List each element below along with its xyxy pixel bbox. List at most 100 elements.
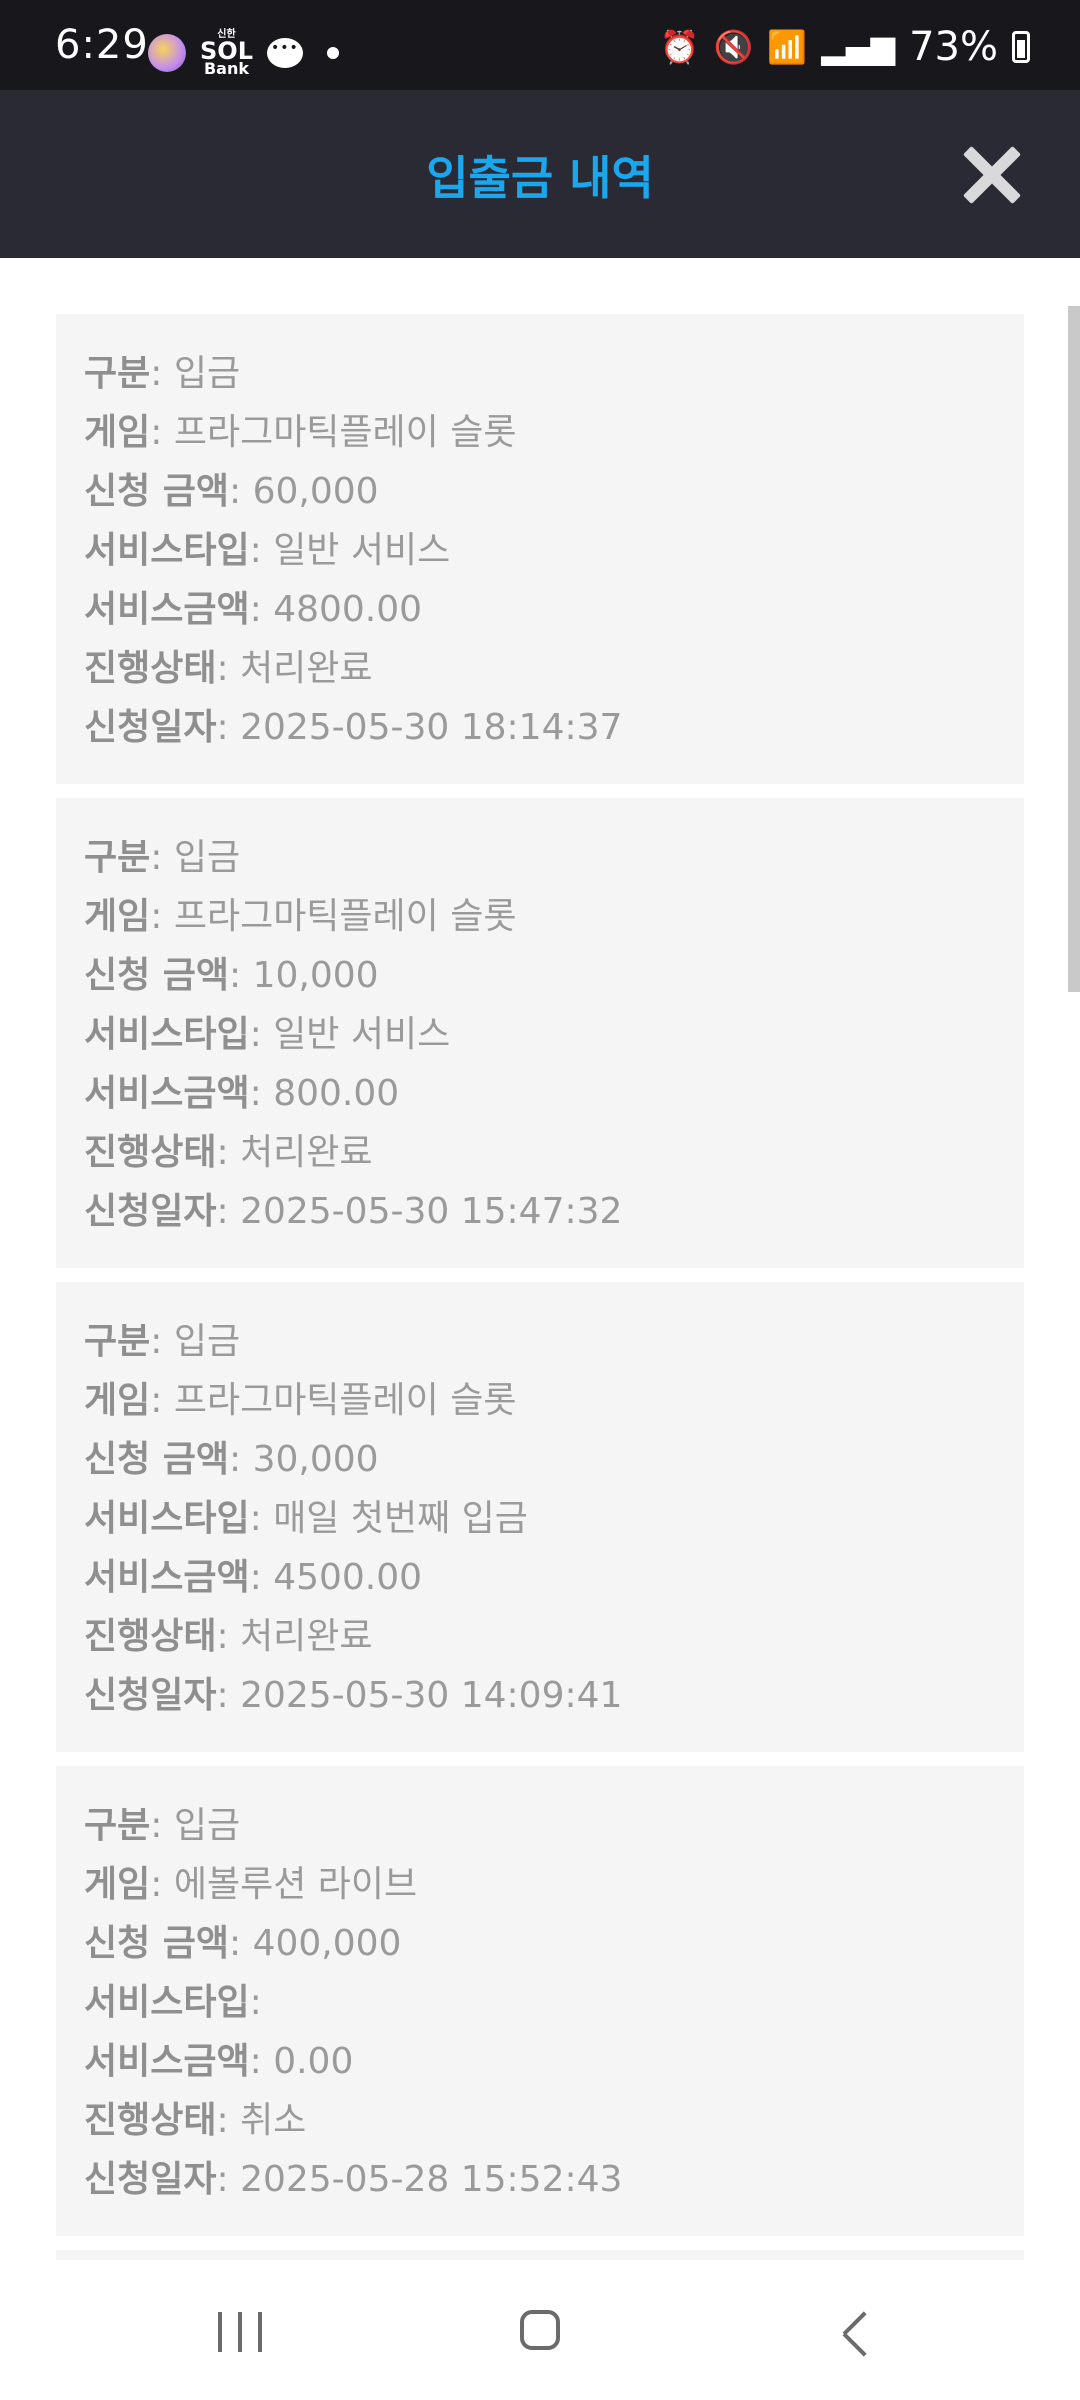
field-separator: : [249, 1073, 274, 1114]
scrollbar[interactable] [1068, 306, 1080, 992]
transaction-amount-row: 신청 금액: 30,000 [84, 1430, 996, 1489]
transaction-type-row: 구분: 입금 [84, 344, 996, 403]
transaction-list-container[interactable]: 구분: 입금 게임: 프라그마틱플레이 슬롯 신청 금액: 60,000 서비스타입:… [0, 258, 1080, 2260]
field-label: 구분 [84, 1321, 151, 1362]
status-indicators: ⏰ 🔇 📶 ▂▄▆ 73% [660, 24, 1030, 70]
field-value: 400,000 [252, 1923, 402, 1964]
transaction-service-type-row: 서비스타입: 매일 첫번째 입금 [84, 1489, 996, 1548]
field-separator: : [249, 1982, 262, 2023]
home-icon[interactable] [520, 2310, 560, 2350]
field-label: 진행상태 [84, 1616, 217, 1657]
field-separator: : [229, 955, 253, 996]
mute-icon: 🔇 [713, 28, 754, 66]
transaction-type-row: 구분: 입금 [84, 1796, 996, 1855]
field-label: 진행상태 [84, 2100, 217, 2141]
field-separator: : [150, 837, 174, 878]
field-value: 0.00 [273, 2041, 354, 2082]
transaction-amount-row: 신청 금액: 60,000 [84, 462, 996, 521]
field-value: 60,000 [252, 471, 379, 512]
transaction-card [56, 2250, 1024, 2260]
field-label: 서비스타입 [84, 530, 250, 571]
app-notification-icon [148, 34, 186, 72]
field-label: 게임 [84, 412, 151, 453]
field-value: 입금 [173, 1321, 241, 1362]
field-value: 4500.00 [273, 1557, 423, 1598]
field-separator: : [216, 2100, 241, 2141]
field-value: 프라그마틱플레이 슬롯 [173, 896, 517, 937]
field-separator: : [150, 1864, 174, 1905]
transaction-service-amount-row: 서비스금액: 4500.00 [84, 1548, 996, 1607]
field-label: 신청 금액 [84, 1439, 230, 1480]
field-separator: : [150, 1380, 174, 1421]
field-label: 신청일자 [84, 2159, 217, 2200]
field-separator: : [229, 1923, 253, 1964]
field-separator: : [150, 1321, 174, 1362]
modal-header: 입출금 내역 [0, 90, 1080, 258]
field-label: 구분 [84, 1805, 151, 1846]
field-separator: : [249, 1014, 274, 1055]
back-icon[interactable] [836, 2310, 876, 2354]
field-separator: : [150, 896, 174, 937]
field-value: 프라그마틱플레이 슬롯 [173, 412, 517, 453]
field-value: 처리완료 [240, 1132, 373, 1173]
field-separator: : [216, 1191, 241, 1232]
transaction-service-type-row: 서비스타입: 일반 서비스 [84, 521, 996, 580]
field-value: 10,000 [252, 955, 379, 996]
field-value: 30,000 [252, 1439, 379, 1480]
field-value: 2025-05-30 14:09:41 [240, 1675, 623, 1716]
transaction-card: 구분: 입금 게임: 프라그마틱플레이 슬롯신청 금액: 10,000 서비스타입:… [56, 798, 1024, 1268]
recent-apps-icon[interactable] [218, 2312, 262, 2352]
transaction-date-row: 신청일자: 2025-05-28 15:52:43 [84, 2150, 996, 2209]
transaction-status-row: 진행상태: 처리완료 [84, 639, 996, 698]
close-icon[interactable] [960, 144, 1022, 206]
field-label: 구분 [84, 353, 151, 394]
field-value: 일반 서비스 [273, 530, 451, 571]
field-label: 서비스타입 [84, 1498, 250, 1539]
transaction-type-row: 구분: 입금 [84, 828, 996, 887]
field-label: 신청일자 [84, 1191, 217, 1232]
field-value: 800.00 [273, 1073, 400, 1114]
field-label: 진행상태 [84, 648, 217, 689]
field-separator: : [249, 1557, 274, 1598]
transaction-card: 구분: 입금 게임: 프라그마틱플레이 슬롯 신청 금액: 60,000 서비스타입:… [56, 314, 1024, 784]
transaction-service-type-row: 서비스타입: 일반 서비스 [84, 1005, 996, 1064]
transaction-service-type-row: 서비스타입: [84, 1973, 996, 2032]
notification-icons: 신한 SOL Bank [148, 29, 339, 78]
wifi-icon: 📶 [767, 28, 808, 66]
field-label: 신청 금액 [84, 471, 230, 512]
field-separator: : [216, 2159, 241, 2200]
transaction-service-amount-row: 서비스금액: 800.00 [84, 1064, 996, 1123]
field-separator: : [150, 412, 174, 453]
field-value: 2025-05-30 15:47:32 [240, 1191, 623, 1232]
transaction-card: 구분: 입금 게임: 프라그마틱플레이 슬롯 신청 금액: 30,000 서비스타입:… [56, 1282, 1024, 1752]
transaction-date-row: 신청일자: 2025-05-30 18:14:37 [84, 698, 996, 757]
transaction-game-row: 게임: 에볼루션 라이브 [84, 1855, 996, 1914]
field-separator: : [229, 471, 253, 512]
field-separator: : [150, 353, 174, 394]
field-label: 구분 [84, 837, 151, 878]
alarm-icon: ⏰ [659, 28, 700, 66]
transaction-list: 구분: 입금 게임: 프라그마틱플레이 슬롯 신청 금액: 60,000 서비스타입:… [56, 314, 1024, 2260]
transaction-game-row: 게임: 프라그마틱플레이 슬롯 [84, 403, 996, 462]
transaction-game-row: 게임: 프라그마틱플레이 슬롯 [84, 887, 996, 946]
field-value: 2025-05-30 18:14:37 [240, 707, 623, 748]
field-label: 진행상태 [84, 1132, 217, 1173]
field-value: 처리완료 [240, 648, 373, 689]
transaction-date-row: 신청일자: 2025-05-30 14:09:41 [84, 1666, 996, 1725]
field-label: 서비스금액 [84, 1073, 250, 1114]
field-label: 서비스금액 [84, 1557, 250, 1598]
page-title: 입출금 내역 [426, 151, 654, 205]
status-time: 6:29 [55, 22, 149, 68]
field-value: 취소 [240, 2100, 307, 2141]
field-label: 게임 [84, 1864, 151, 1905]
field-value: 에볼루션 라이브 [173, 1864, 418, 1905]
sol-bank-icon: 신한 SOL Bank [200, 29, 253, 78]
field-label: 서비스금액 [84, 2041, 250, 2082]
transaction-card: 구분: 입금 게임: 에볼루션 라이브 신청 금액: 400,000 서비스타입: 서… [56, 1766, 1024, 2236]
field-label: 신청 금액 [84, 955, 230, 996]
field-value: 매일 첫번째 입금 [273, 1498, 528, 1539]
field-label: 서비스금액 [84, 589, 250, 630]
battery-percent: 73% [909, 24, 998, 70]
field-value: 처리완료 [240, 1616, 373, 1657]
status-bar: 6:29 신한 SOL Bank ⏰ 🔇 📶 ▂▄▆ 73% [0, 0, 1080, 90]
